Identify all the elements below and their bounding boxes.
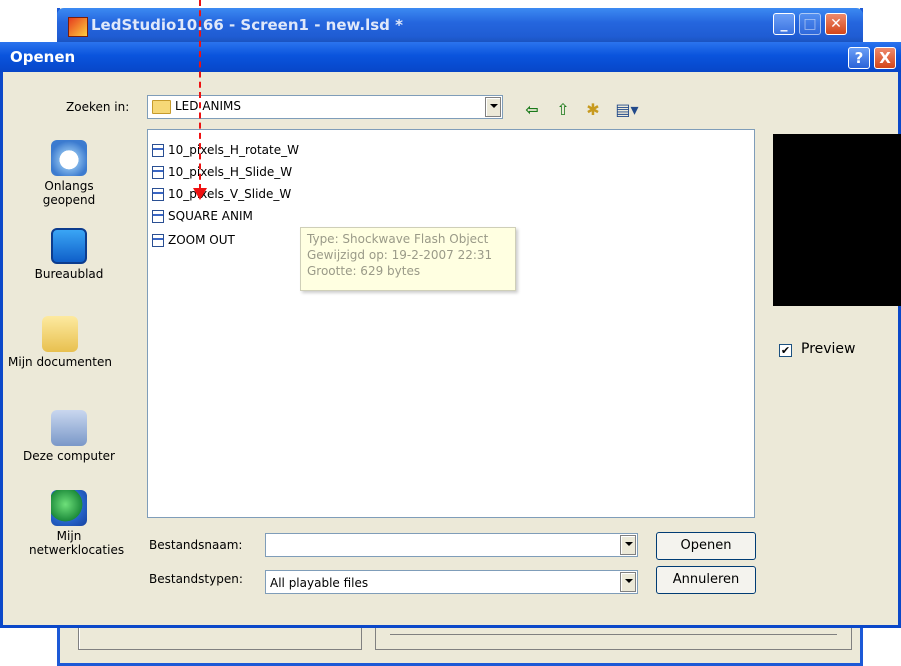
back-icon[interactable]: ⇦ [522,100,542,120]
annotation-arrow-line [199,0,201,190]
flash-file-icon [152,166,164,179]
filename-input[interactable] [265,533,638,557]
views-menu-icon[interactable]: ▤▾ [612,100,642,120]
cancel-button[interactable]: Annuleren [656,566,756,594]
filetype-dropdown[interactable]: All playable files [265,570,638,594]
ledstudio-app-icon [68,17,88,37]
file-item[interactable]: 10_pixels_V_Slide_W [152,183,291,205]
flash-file-icon [152,188,164,201]
file-info-tooltip: Type: Shockwave Flash Object Gewijzigd o… [300,227,516,291]
maximize-button[interactable]: □ [799,13,821,35]
flash-file-icon [152,234,164,247]
look-in-label: Zoeken in: [66,100,130,114]
flash-file-icon [152,210,164,223]
place-desktop-label: Bureaublad [34,267,104,281]
minimize-icon: _ [780,16,788,32]
help-button[interactable]: ? [848,47,870,69]
file-name: 10_pixels_H_Slide_W [168,165,293,179]
file-name: 10_pixels_V_Slide_W [168,187,292,201]
file-list[interactable]: 10_pixels_H_rotate_W 10_pixels_H_Slide_W… [147,129,755,518]
folder-icon [152,99,171,114]
close-window-button[interactable]: ✕ [825,13,847,35]
my-computer-icon [51,410,87,446]
minimize-button[interactable]: _ [773,13,795,35]
file-name: SQUARE ANIM [168,209,253,223]
look-in-value: LED ANIMS [152,99,241,114]
place-my-computer[interactable]: Deze computer [9,410,129,463]
chevron-down-icon[interactable] [485,97,501,117]
flash-file-icon [152,144,164,157]
new-folder-icon[interactable]: ✱ [583,100,603,120]
file-item[interactable]: ZOOM OUT [152,229,235,251]
place-my-computer-label: Deze computer [23,449,115,463]
background-window-title: LedStudio10.66 - Screen1 - new.lsd * [91,16,403,34]
background-divider [390,634,837,635]
desktop-icon [51,228,87,264]
file-item[interactable]: SQUARE ANIM [152,205,253,227]
annotation-arrow-head [193,188,207,200]
recent-documents-icon [51,140,87,176]
place-recent[interactable]: Onlangs geopend [9,140,129,207]
preview-pane [773,134,901,306]
preview-checkbox[interactable]: ✔ [779,344,792,357]
chevron-down-icon[interactable] [620,535,636,555]
dialog-title: Openen [10,48,76,66]
filetype-value: All playable files [270,576,369,590]
network-places-icon [51,490,87,526]
place-recent-label: Onlangs geopend [42,179,96,207]
close-icon: ✕ [830,16,842,32]
tooltip-type: Type: Shockwave Flash Object [307,232,489,246]
tooltip-size: Grootte: 629 bytes [307,264,421,278]
file-item[interactable]: 10_pixels_H_Slide_W [152,161,292,183]
place-desktop[interactable]: Bureaublad [9,228,129,281]
chevron-down-icon[interactable] [620,572,636,592]
dialog-titlebar[interactable] [0,42,901,72]
place-network[interactable]: Mijn netwerklocaties [19,490,125,557]
place-my-documents[interactable]: Mijn documenten [0,316,120,369]
dialog-close-button[interactable]: X [874,47,896,69]
place-my-documents-label: Mijn documenten [8,355,112,369]
look-in-folder-name: LED ANIMS [175,99,242,113]
filetype-label: Bestandstypen: [149,572,243,586]
file-item[interactable]: 10_pixels_H_rotate_W [152,139,299,161]
maximize-icon: □ [803,16,817,32]
place-network-label: Mijn netwerklocaties [29,529,125,557]
tooltip-modified: Gewijzigd op: 19-2-2007 22:31 [307,248,493,262]
open-button[interactable]: Openen [656,532,756,560]
file-name: ZOOM OUT [168,233,235,247]
filename-label: Bestandsnaam: [149,538,243,552]
my-documents-icon [42,316,78,352]
preview-label: Preview [801,341,856,357]
file-name: 10_pixels_H_rotate_W [168,143,299,157]
up-folder-icon[interactable]: ⇧ [553,100,573,120]
